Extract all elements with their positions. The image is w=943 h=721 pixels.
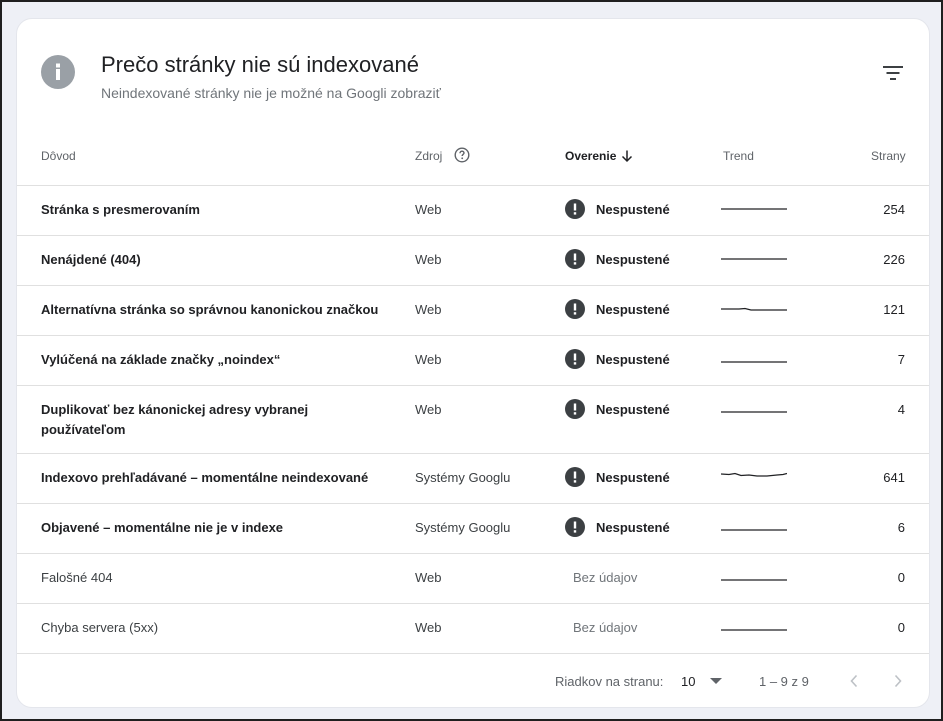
rows-per-page-select[interactable]: 10 (681, 674, 695, 689)
validation-status: Nespustené (596, 301, 670, 317)
row-validation: Nespustené (565, 349, 670, 369)
sort-arrow-down-icon[interactable] (620, 149, 634, 163)
row-source: Web (415, 252, 442, 267)
row-source: Web (415, 352, 442, 367)
row-source: Systémy Googlu (415, 520, 511, 535)
row-pages-count: 226 (883, 252, 905, 267)
row-pages-count: 4 (897, 402, 905, 417)
help-icon[interactable] (454, 147, 470, 163)
table-row[interactable]: Indexovo prehľadávané – momentálne neind… (17, 453, 929, 503)
trend-sparkline (721, 579, 787, 581)
validation-status: Nespustené (596, 469, 670, 485)
warning-icon (565, 299, 585, 319)
warning-icon (565, 399, 585, 419)
card-subtitle: Neindexované stránky nie je možné na Goo… (101, 85, 441, 101)
row-validation: Nespustené (565, 517, 670, 537)
row-reason: Duplikovať bez kánonickej adresy vybrane… (41, 402, 309, 437)
row-reason: Nenájdené (404) (41, 252, 141, 267)
not-indexed-card: Prečo stránky nie sú indexované Neindexo… (16, 18, 930, 708)
row-pages-count: 121 (883, 302, 905, 317)
row-validation: Bez údajov (565, 570, 637, 585)
prev-page-button[interactable] (843, 670, 865, 692)
row-validation: Nespustené (565, 199, 670, 219)
row-validation: Nespustené (565, 299, 670, 319)
table-row[interactable]: Stránka s presmerovaním Web Nespustené 254 (17, 185, 929, 235)
validation-status: Nespustené (596, 351, 670, 367)
trend-sparkline (721, 208, 787, 210)
row-pages-count: 254 (883, 202, 905, 217)
dropdown-arrow-icon[interactable] (710, 678, 722, 686)
window-frame: Prečo stránky nie sú indexované Neindexo… (0, 0, 943, 721)
table-row[interactable]: Alternatívna stránka so správnou kanonic… (17, 285, 929, 335)
row-validation: Nespustené (565, 467, 670, 487)
table-row[interactable]: Nenájdené (404) Web Nespustené 226 (17, 235, 929, 285)
validation-status: Nespustené (596, 251, 670, 267)
warning-icon (565, 199, 585, 219)
column-header-trend: Trend (723, 149, 754, 163)
validation-status: Nespustené (596, 401, 670, 417)
row-pages-count: 7 (897, 352, 905, 367)
validation-status: Bez údajov (573, 620, 638, 635)
warning-icon (565, 517, 585, 537)
validation-status: Nespustené (596, 201, 670, 217)
trend-sparkline (721, 307, 787, 311)
footer-divider (17, 653, 929, 654)
row-source: Systémy Googlu (415, 470, 511, 485)
warning-icon (565, 249, 585, 269)
trend-sparkline (721, 529, 787, 531)
card-title: Prečo stránky nie sú indexované (101, 52, 419, 77)
table-row[interactable]: Vylúčená na základe značky „noindex“ Web N… (17, 335, 929, 385)
trend-sparkline (721, 361, 787, 363)
filter-icon (883, 66, 903, 80)
row-validation: Bez údajov (565, 620, 637, 635)
validation-status: Bez údajov (573, 570, 638, 585)
table-row[interactable]: Chyba servera (5xx) Web Bez údajov 0 (17, 603, 929, 653)
trend-sparkline (721, 472, 787, 477)
row-pages-count: 6 (897, 520, 905, 535)
issues-table: Stránka s presmerovaním Web Nespustené 254 N… (17, 185, 929, 653)
trend-sparkline (721, 258, 787, 260)
trend-sparkline (721, 629, 787, 631)
row-reason: Vylúčená na základe značky „noindex“ (41, 352, 281, 367)
column-header-source[interactable]: Zdroj (415, 149, 442, 163)
filter-button[interactable] (879, 61, 907, 85)
row-source: Web (415, 620, 442, 635)
next-page-button[interactable] (887, 670, 909, 692)
validation-status: Nespustené (596, 519, 670, 535)
trend-sparkline (721, 411, 787, 413)
column-header-pages[interactable]: Strany (871, 149, 906, 163)
column-header-reason[interactable]: Dôvod (41, 149, 76, 163)
column-header-validation[interactable]: Overenie (565, 149, 616, 163)
row-reason: Objavené – momentálne nie je v indexe (41, 520, 284, 535)
row-pages-count: 0 (897, 570, 905, 585)
rows-per-page-label: Riadkov na stranu: (555, 674, 664, 689)
row-reason: Stránka s presmerovaním (41, 202, 200, 217)
warning-icon (565, 349, 585, 369)
chevron-right-icon (894, 674, 902, 688)
row-source: Web (415, 202, 442, 217)
row-source: Web (415, 570, 442, 585)
table-row[interactable]: Objavené – momentálne nie je v indexe Sys… (17, 503, 929, 553)
row-reason: Falošné 404 (41, 570, 113, 585)
table-row[interactable]: Duplikovať bez kánonickej adresy vybrane… (17, 385, 929, 453)
row-pages-count: 0 (897, 620, 905, 635)
warning-icon (565, 467, 585, 487)
row-reason: Chyba servera (5xx) (41, 620, 159, 635)
row-source: Web (415, 402, 442, 417)
row-reason: Indexovo prehľadávané – momentálne neind… (41, 470, 369, 485)
info-icon (41, 55, 75, 89)
row-source: Web (415, 302, 442, 317)
table-row[interactable]: Falošné 404 Web Bez údajov 0 (17, 553, 929, 603)
row-pages-count: 641 (883, 470, 905, 485)
pagination-range: 1 – 9 z 9 (759, 674, 809, 689)
chevron-left-icon (850, 674, 858, 688)
row-validation: Nespustené (565, 399, 670, 419)
row-validation: Nespustené (565, 249, 670, 269)
row-reason: Alternatívna stránka so správnou kanonic… (41, 302, 379, 317)
